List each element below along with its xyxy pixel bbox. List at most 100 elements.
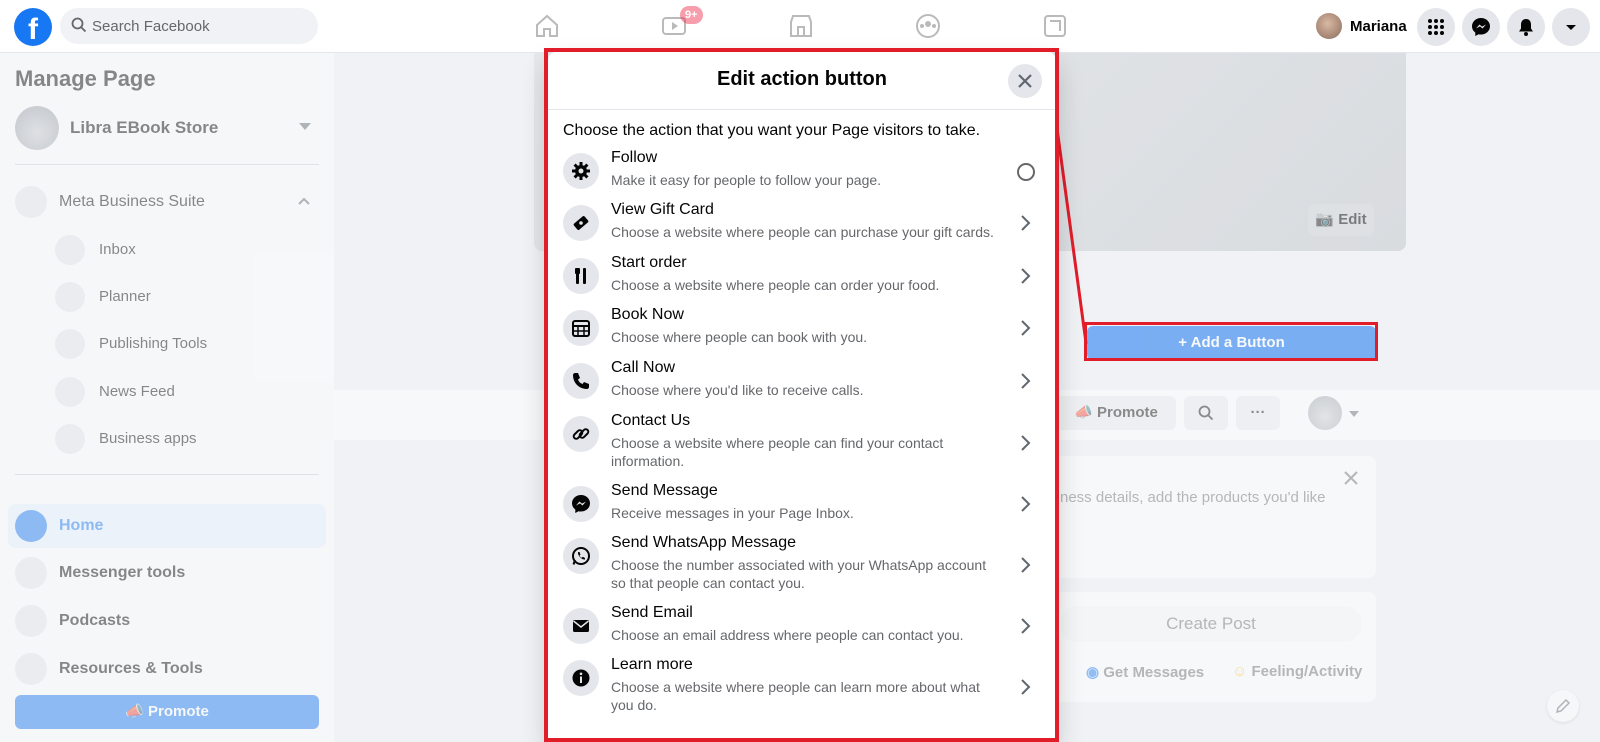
get-messages-label: Get Messages	[1103, 664, 1205, 681]
dialog-title: Edit action button	[717, 68, 887, 90]
sidebar-item-messenger-tools[interactable]: Messenger tools	[15, 554, 319, 592]
close-button[interactable]	[1008, 64, 1042, 98]
sidebar-item-label: Messenger tools	[59, 564, 186, 581]
promote-page-button[interactable]: 📣 Promote	[1056, 396, 1176, 430]
close-icon[interactable]	[1344, 471, 1358, 485]
chevron-right-icon	[1021, 320, 1031, 336]
edit-cover-button[interactable]: 📷 Edit	[1308, 204, 1374, 236]
calendar-icon	[55, 282, 85, 312]
option-description: Choose an email address where people can…	[611, 627, 964, 643]
sidebar-item-inbox[interactable]: Inbox	[55, 233, 315, 265]
sidebar-item-home[interactable]: Home	[8, 504, 326, 548]
home-icon[interactable]	[533, 12, 561, 40]
edit-cover-label: Edit	[1338, 211, 1367, 228]
sidebar-item-news-feed[interactable]: News Feed	[55, 375, 315, 407]
edit-action-button-dialog: Edit action button Choose the action tha…	[548, 52, 1056, 742]
page-name: Libra EBook Store	[70, 118, 219, 137]
chevron-right-icon	[1021, 618, 1031, 634]
chevron-right-icon	[1021, 215, 1031, 231]
follow-radio[interactable]	[1017, 163, 1035, 181]
sidebar-item-label: Meta Business Suite	[59, 193, 205, 210]
chevron-right-icon	[1021, 679, 1031, 695]
account-button[interactable]	[1552, 8, 1590, 46]
info-icon	[15, 653, 47, 685]
option-title: Contact Us	[611, 412, 691, 429]
messenger-icon	[15, 557, 47, 589]
option-title: Start order	[611, 254, 687, 271]
top-navigation-bar: f Search Facebook 9+ Mariana	[0, 0, 1600, 53]
option-title: Send Message	[611, 482, 718, 499]
option-description: Choose a website where people can purcha…	[611, 224, 994, 240]
promote-page-label: Promote	[1097, 404, 1158, 421]
chevron-right-icon	[1021, 435, 1031, 451]
inbox-icon	[55, 235, 85, 265]
sidebar-title: Manage Page	[15, 66, 156, 91]
page-switcher[interactable]: Libra EBook Store	[15, 106, 319, 150]
notifications-button[interactable]	[1507, 8, 1545, 46]
messenger-button[interactable]	[1462, 8, 1500, 46]
marketplace-icon[interactable]	[787, 12, 815, 40]
more-options-button[interactable]: ···	[1236, 396, 1280, 430]
get-messages-button[interactable]: ◉ Get Messages	[1086, 663, 1204, 681]
chevron-up-icon	[298, 197, 310, 205]
search-page-button[interactable]	[1184, 396, 1228, 430]
envelope-icon	[563, 608, 599, 644]
sidebar-item-planner[interactable]: Planner	[55, 280, 315, 312]
option-description: Receive messages in your Page Inbox.	[611, 505, 854, 521]
divider	[548, 109, 1056, 110]
chevron-right-icon	[1021, 373, 1031, 389]
menu-button[interactable]	[1417, 8, 1455, 46]
sidebar-item-label: Business apps	[99, 430, 197, 447]
option-title: Book Now	[611, 306, 684, 323]
search-box[interactable]: Search Facebook	[60, 8, 318, 44]
option-title: Follow	[611, 149, 658, 166]
facebook-logo[interactable]: f	[14, 8, 52, 46]
option-description: Choose the number associated with your W…	[611, 557, 987, 591]
grid-menu-icon	[1428, 19, 1444, 35]
sidebar-item-label: Inbox	[99, 241, 136, 258]
groups-icon[interactable]	[914, 12, 942, 40]
messenger-icon: ◉	[1086, 664, 1104, 681]
feeling-activity-button[interactable]: ☺ Feeling/Activity	[1232, 663, 1362, 680]
create-post-button[interactable]: Create Post	[1060, 606, 1362, 642]
news-feed-icon	[55, 377, 85, 407]
bell-icon	[1519, 19, 1533, 36]
chevron-right-icon	[1021, 496, 1031, 512]
sidebar-item-label: Publishing Tools	[99, 335, 208, 352]
new-message-button[interactable]	[1547, 690, 1579, 722]
divider	[15, 474, 319, 475]
sidebar-item-publishing-tools[interactable]: Publishing Tools	[55, 327, 315, 359]
info-icon	[563, 660, 599, 696]
page-avatar[interactable]	[1308, 396, 1342, 430]
box-icon	[55, 424, 85, 454]
smiley-icon: ☺	[1232, 663, 1252, 680]
caret-down-icon[interactable]	[1348, 408, 1360, 420]
home-icon	[15, 510, 47, 542]
option-title: Call Now	[611, 359, 676, 376]
search-input[interactable]: Search Facebook	[92, 18, 210, 35]
whatsapp-icon	[563, 538, 599, 574]
option-description: Choose where people can book with you.	[611, 329, 868, 345]
profile-name: Mariana	[1350, 18, 1407, 35]
feeling-label: Feeling/Activity	[1251, 663, 1363, 680]
sidebar-item-business-apps[interactable]: Business apps	[55, 422, 315, 454]
utensils-icon	[563, 258, 599, 294]
sidebar-item-label: News Feed	[99, 383, 175, 400]
gaming-icon[interactable]	[1041, 12, 1069, 40]
sidebar-item-meta-business-suite[interactable]: Meta Business Suite	[15, 183, 319, 221]
option-title: Learn more	[611, 656, 693, 673]
sidebar-item-label: Podcasts	[59, 612, 131, 629]
divider	[15, 164, 319, 165]
link-icon	[563, 416, 599, 452]
dialog-instructions: Choose the action that you want your Pag…	[563, 122, 981, 139]
sidebar-item-podcasts[interactable]: Podcasts	[15, 602, 319, 640]
caret-down-icon	[299, 123, 311, 130]
option-description: Choose a website where people can order …	[611, 277, 940, 293]
calendar-icon	[563, 310, 599, 346]
sidebar-item-resources-tools[interactable]: Resources & Tools	[15, 650, 319, 688]
promote-button[interactable]: 📣 Promote	[15, 695, 319, 729]
add-button-highlight	[1084, 322, 1378, 361]
search-icon	[1198, 405, 1214, 421]
megaphone-icon: 📣	[1074, 404, 1097, 421]
option-description: Choose a website where people can learn …	[611, 679, 980, 713]
